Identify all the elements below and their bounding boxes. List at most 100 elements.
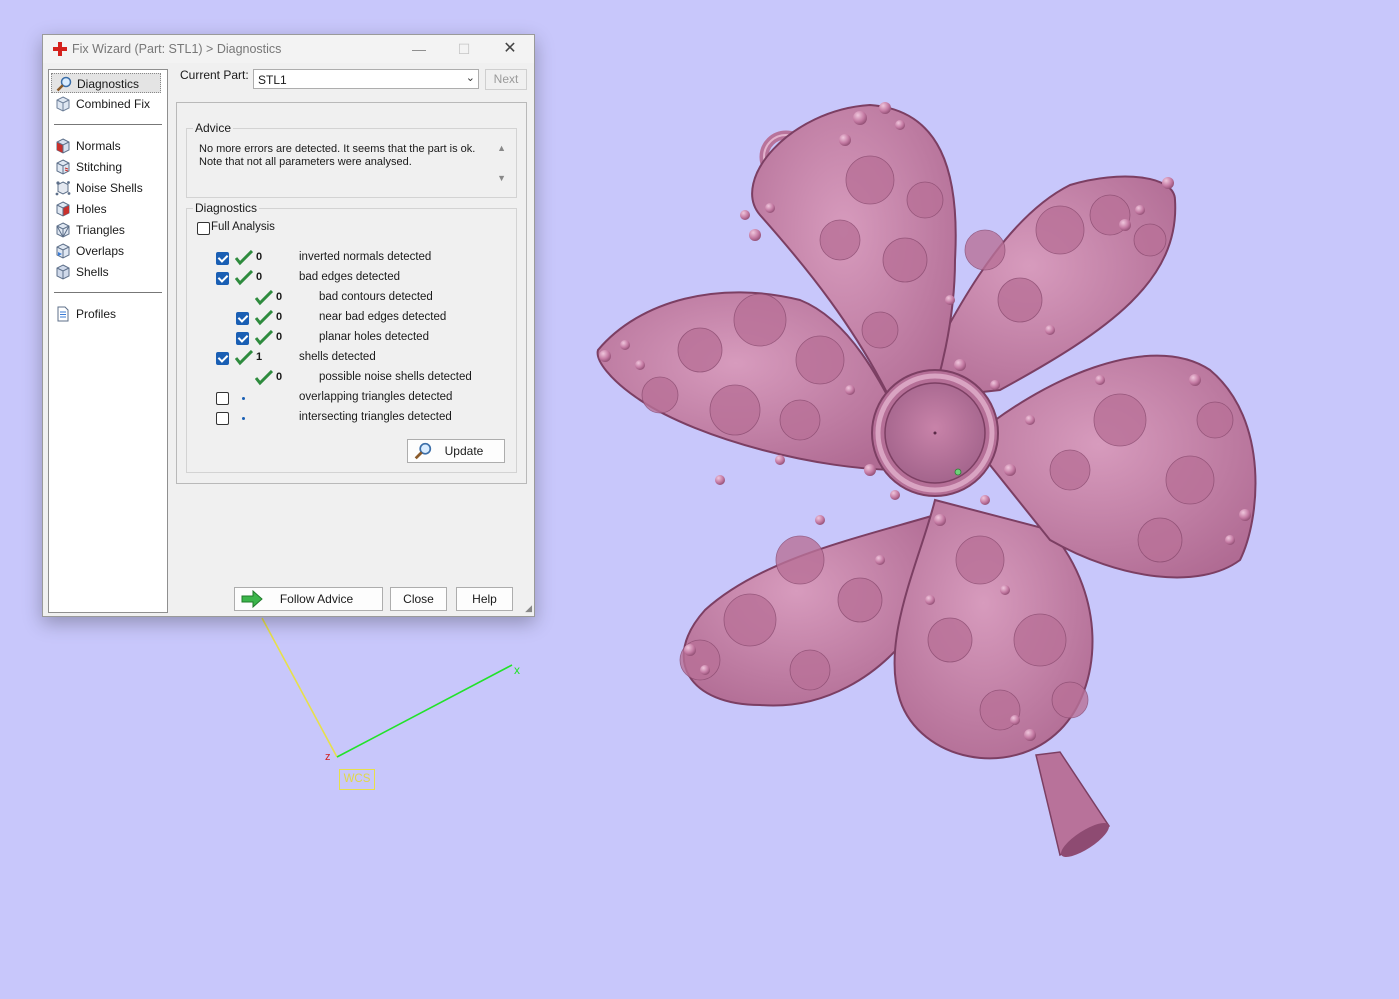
sidebar-item-label: Normals [76, 139, 121, 153]
sidebar-item-label: Noise Shells [76, 181, 143, 195]
sidebar-divider [54, 124, 162, 125]
diagnostic-checkbox[interactable] [216, 412, 229, 425]
help-button[interactable]: Help [456, 587, 513, 611]
sidebar-item-diagnostics[interactable]: Diagnostics [51, 73, 161, 93]
axis-z-label: z [325, 751, 331, 763]
title-bar[interactable]: Fix Wizard (Part: STL1) > Diagnostics — … [43, 35, 534, 63]
green-check-icon [235, 250, 253, 266]
diagnostic-label: inverted normals detected [299, 251, 432, 263]
close-button[interactable]: Close [390, 587, 447, 611]
minimize-button[interactable]: — [397, 35, 441, 63]
advice-title: Advice [193, 121, 234, 135]
diagnostic-checkbox[interactable] [216, 272, 229, 285]
green-check-icon [235, 270, 253, 286]
sidebar-divider [54, 292, 162, 293]
diagnostic-count: 0 [256, 251, 263, 263]
noise-shells-icon [55, 181, 71, 196]
cube-red-icon [56, 138, 70, 154]
green-check-icon [255, 310, 273, 326]
green-arrow-icon [241, 590, 263, 608]
sidebar-item-noise-shells[interactable]: Noise Shells [51, 178, 161, 198]
diagnostic-checkbox[interactable] [216, 392, 229, 405]
diagnostic-checkbox[interactable] [236, 312, 249, 325]
follow-advice-button[interactable]: Follow Advice [234, 587, 383, 611]
sidebar-item-stitching[interactable]: Stitching [51, 157, 161, 177]
sidebar-item-label: Combined Fix [76, 97, 151, 111]
wcs-label: WCS [339, 769, 375, 790]
cube-shells-icon [56, 264, 70, 280]
red-cross-icon [53, 42, 67, 56]
scroll-down-icon[interactable]: ▼ [497, 173, 506, 183]
diagnostic-label: near bad edges detected [319, 311, 447, 323]
advice-text: No more errors are detected. It seems th… [199, 143, 476, 168]
axis-x-label: x [514, 663, 520, 677]
full-analysis-label: Full Analysis [211, 221, 275, 233]
diagnostic-count: 0 [276, 311, 283, 323]
diagnostic-label: overlapping triangles detected [299, 391, 453, 403]
magnifier-icon [414, 442, 432, 460]
diagnostics-title: Diagnostics [193, 201, 260, 215]
flower-pendant-model [596, 102, 1257, 858]
sidebar-item-overlaps[interactable]: Overlaps [51, 241, 161, 261]
diagnostic-count: 1 [256, 351, 263, 363]
diagnostic-label: shells detected [299, 351, 376, 363]
window-title: Fix Wizard (Part: STL1) > Diagnostics [72, 42, 282, 56]
diagnostic-label: bad contours detected [319, 291, 433, 303]
maximize-button[interactable]: ☐ [442, 35, 486, 63]
green-check-icon [255, 290, 273, 306]
cube-icon [56, 96, 70, 112]
fix-wizard-dialog: Fix Wizard (Part: STL1) > Diagnostics — … [42, 34, 535, 617]
full-analysis-checkbox[interactable] [197, 222, 210, 235]
diagnostic-checkbox[interactable] [216, 352, 229, 365]
sidebar-item-combined-fix[interactable]: Combined Fix [51, 94, 161, 114]
cube-stitch-icon [56, 159, 70, 175]
sidebar-item-shells[interactable]: Shells [51, 262, 161, 282]
diagnostic-label: possible noise shells detected [319, 371, 472, 383]
green-check-icon [255, 370, 273, 386]
sidebar-item-label: Profiles [76, 307, 117, 321]
update-button[interactable]: Update [407, 439, 505, 463]
follow-advice-label: Follow Advice [279, 592, 354, 606]
document-icon [57, 306, 69, 322]
sidebar-item-profiles[interactable]: Profiles [51, 304, 161, 324]
current-part-select[interactable]: STL1 ⌄ [253, 69, 479, 89]
scroll-up-icon[interactable]: ▲ [497, 143, 506, 153]
diagnostic-count: 0 [276, 371, 283, 383]
chevron-down-icon: ⌄ [465, 72, 475, 84]
close-window-button[interactable]: ✕ [488, 35, 532, 63]
next-button[interactable]: Next [485, 69, 527, 90]
green-check-icon [235, 350, 253, 366]
wizard-sidebar: Diagnostics Combined Fix Normals Stitchi… [48, 69, 168, 613]
cube-holes-icon [56, 201, 70, 217]
diagnostic-label: planar holes detected [319, 331, 429, 343]
diagnostic-checkbox[interactable] [216, 252, 229, 265]
sidebar-item-normals[interactable]: Normals [51, 136, 161, 156]
sidebar-item-label: Triangles [76, 223, 125, 237]
green-check-icon [255, 330, 273, 346]
pending-dot-icon [242, 417, 245, 420]
sidebar-item-triangles[interactable]: Triangles [51, 220, 161, 240]
update-label: Update [444, 444, 484, 458]
advice-group: Advice No more errors are detected. It s… [186, 121, 517, 198]
pending-dot-icon [242, 397, 245, 400]
sidebar-item-label: Diagnostics [77, 77, 140, 91]
cube-overlaps-icon [56, 243, 70, 259]
diagnostic-checkbox[interactable] [236, 332, 249, 345]
current-part-label: Current Part: [180, 68, 249, 82]
sidebar-item-holes[interactable]: Holes [51, 199, 161, 219]
sidebar-item-label: Holes [76, 202, 107, 216]
current-part-value: STL1 [258, 73, 287, 87]
cube-triangles-icon [56, 222, 70, 238]
magnifier-icon [56, 76, 72, 92]
diagnostic-label: intersecting triangles detected [299, 411, 452, 423]
diagnostic-count: 0 [256, 271, 263, 283]
diagnostic-label: bad edges detected [299, 271, 401, 283]
sidebar-item-label: Stitching [76, 160, 123, 174]
diagnostic-count: 0 [276, 331, 283, 343]
x-axis-line [336, 664, 513, 758]
y-axis-line [261, 617, 338, 758]
diagnostic-count: 0 [276, 291, 283, 303]
sidebar-item-label: Overlaps [76, 244, 125, 258]
sidebar-item-label: Shells [76, 265, 109, 279]
resize-grip-icon[interactable]: ◢ [525, 603, 532, 614]
